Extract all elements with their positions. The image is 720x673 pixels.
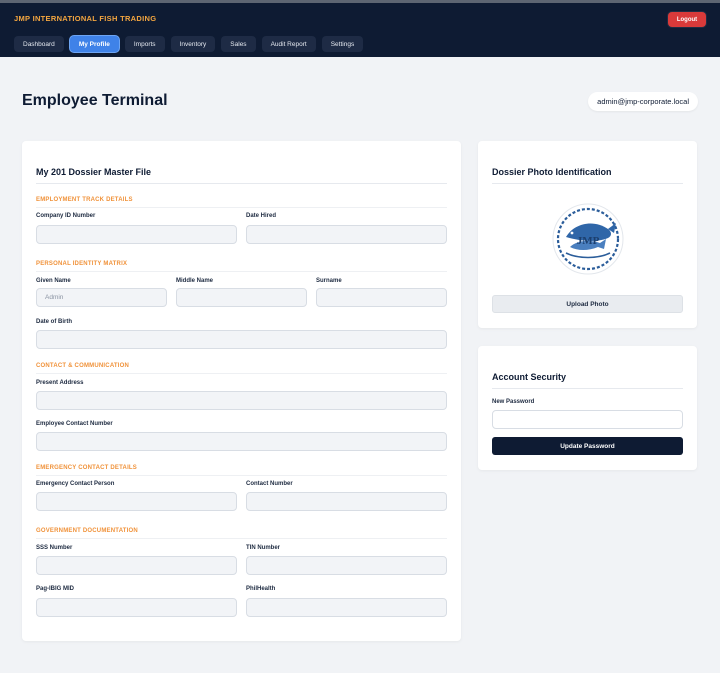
user-email-chip: admin@jmp-corporate.local	[588, 92, 698, 111]
section-identity: PERSONAL IDENTITY MATRIX	[36, 261, 128, 267]
dossier-card: My 201 Dossier Master File EMPLOYMENT TR…	[22, 141, 461, 641]
main-nav: Dashboard My Profile Imports Inventory S…	[14, 36, 364, 52]
pagibig-label: Pag-IBIG MID	[36, 586, 75, 592]
divider	[492, 388, 683, 389]
security-card-title: Account Security	[492, 372, 567, 382]
address-input[interactable]	[36, 391, 447, 410]
new-password-label: New Password	[492, 399, 535, 405]
given-name-input[interactable]: Admin	[36, 288, 167, 307]
divider	[36, 271, 447, 272]
divider	[36, 538, 447, 539]
sss-input[interactable]	[36, 556, 237, 575]
surname-label: Surname	[316, 278, 342, 284]
photo-card-title: Dossier Photo Identification	[492, 167, 612, 177]
divider	[492, 183, 683, 184]
section-contact: CONTACT & COMMUNICATION	[36, 363, 130, 369]
upload-photo-button[interactable]: Upload Photo	[492, 295, 683, 313]
tin-label: TIN Number	[246, 545, 281, 551]
page-title: Employee Terminal	[22, 92, 168, 109]
nav-my-profile[interactable]: My Profile	[69, 36, 119, 52]
dob-label: Date of Birth	[36, 319, 72, 325]
new-password-input[interactable]	[492, 410, 683, 429]
middle-name-label: Middle Name	[176, 278, 214, 284]
photo-card: Dossier Photo Identification JMP Upload …	[478, 141, 697, 328]
security-card: Account Security New Password Update Pas…	[478, 346, 697, 470]
top-bar: JMP INTERNATIONAL FISH TRADING Logout Da…	[0, 0, 720, 57]
company-id-label: Company ID Number	[36, 213, 96, 219]
divider	[36, 373, 447, 374]
brand-name: JMP INTERNATIONAL FISH TRADING	[14, 14, 157, 23]
nav-dashboard[interactable]: Dashboard	[14, 36, 64, 52]
pagibig-input[interactable]	[36, 598, 237, 617]
photo-logo-text: JMP	[577, 235, 600, 247]
date-hired-label: Date Hired	[246, 213, 277, 219]
contact-number-input[interactable]	[36, 432, 447, 451]
philhealth-label: PhilHealth	[246, 586, 276, 592]
surname-input[interactable]	[316, 288, 447, 307]
address-label: Present Address	[36, 380, 84, 386]
company-id-input[interactable]	[36, 225, 237, 244]
contact-number-label: Employee Contact Number	[36, 421, 113, 427]
given-name-label: Given Name	[36, 278, 71, 284]
date-hired-input[interactable]	[246, 225, 447, 244]
tin-input[interactable]	[246, 556, 447, 575]
nav-imports[interactable]: Imports	[124, 36, 165, 52]
sss-label: SSS Number	[36, 545, 73, 551]
section-government: GOVERNMENT DOCUMENTATION	[36, 528, 138, 534]
philhealth-input[interactable]	[246, 598, 447, 617]
profile-photo-logo: JMP	[552, 203, 624, 275]
dob-input[interactable]	[36, 330, 447, 349]
emergency-number-label: Contact Number	[246, 481, 293, 487]
emergency-number-input[interactable]	[246, 492, 447, 511]
middle-name-input[interactable]	[176, 288, 307, 307]
logout-button[interactable]: Logout	[668, 12, 706, 27]
divider	[36, 183, 447, 184]
nav-settings[interactable]: Settings	[321, 36, 364, 52]
section-employment: EMPLOYMENT TRACK DETAILS	[36, 197, 133, 203]
update-password-button[interactable]: Update Password	[492, 437, 683, 455]
emergency-person-input[interactable]	[36, 492, 237, 511]
dossier-title: My 201 Dossier Master File	[36, 167, 152, 177]
nav-sales[interactable]: Sales	[221, 36, 256, 52]
divider	[36, 207, 447, 208]
emergency-person-label: Emergency Contact Person	[36, 481, 115, 487]
nav-audit-report[interactable]: Audit Report	[261, 36, 316, 52]
divider	[36, 475, 447, 476]
section-emergency: EMERGENCY CONTACT DETAILS	[36, 465, 138, 471]
nav-inventory[interactable]: Inventory	[170, 36, 216, 52]
